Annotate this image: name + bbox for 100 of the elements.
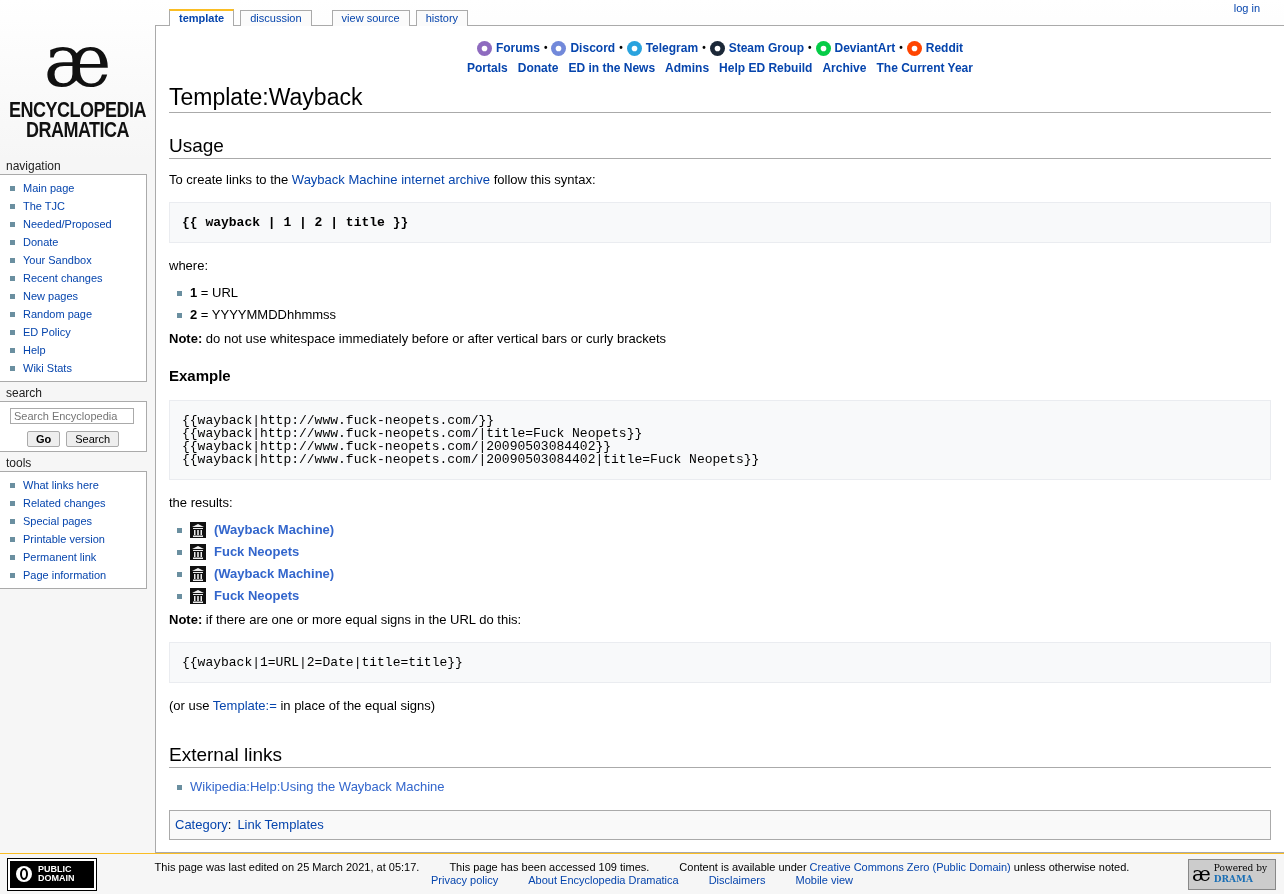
sidebar-link[interactable]: New pages — [10, 287, 146, 305]
bullet-icon — [10, 221, 15, 227]
go-button[interactable]: Go — [26, 431, 61, 447]
category-item-link[interactable]: Link Templates — [237, 817, 324, 832]
paragraph: To create links to the Wayback Machine internet archive follow this syntax: — [169, 171, 597, 189]
paragraph: where: — [169, 257, 210, 275]
site-link[interactable]: Portals — [467, 58, 508, 78]
museum-icon — [190, 544, 206, 560]
sidebar-link[interactable]: Printable version — [10, 530, 146, 548]
footer-link[interactable]: Mobile view — [795, 874, 853, 887]
page-title: Template:Wayback — [169, 84, 1271, 113]
sidebar-link[interactable]: Wiki Stats — [10, 359, 146, 377]
sidebar-link[interactable]: Donate — [10, 233, 146, 251]
site-logo[interactable]: æ ENCYCLOPEDIA DRAMATICA — [0, 0, 155, 155]
separator-dot: • — [543, 41, 548, 55]
separator-dot: • — [619, 41, 623, 55]
site-link[interactable]: Donate — [517, 58, 559, 78]
code-block: {{wayback|http://www.fuck-neopets.com/}} {{wayback|http://www.fuck-neopets.com/|title=Fuck Neopets}} {{wayback|http://www.fuck-neopets.com/|20090503084402}} {{wayback|http://www.fuck-neopets.com/|20090503084402|title=Fuck Neopets}} — [169, 400, 1271, 480]
note: Note: if there are one or more equal signs in the URL do this: — [169, 611, 523, 629]
bullet-icon — [10, 293, 15, 299]
bullet-icon — [10, 347, 15, 353]
community-link[interactable]: DeviantArt — [834, 38, 896, 58]
bullet-icon — [10, 482, 15, 488]
list-item: 2 = YYYYMMDDhhmmss — [190, 306, 337, 324]
sidebar-link[interactable]: Permanent link — [10, 548, 146, 566]
community-link[interactable]: Steam Group — [728, 38, 804, 58]
bullet-icon — [177, 290, 182, 296]
bullet-icon — [177, 549, 182, 555]
site-link[interactable]: ED in the News — [568, 58, 656, 78]
license-text: Content is available under Creative Commons Zero (Public Domain) unless otherwise noted. — [679, 861, 1130, 874]
museum-icon — [190, 522, 206, 538]
page-tab[interactable]: template — [169, 9, 235, 26]
result-link[interactable]: Fuck Neopets — [214, 586, 300, 606]
page-tab[interactable]: discussion — [240, 10, 312, 26]
site-link[interactable]: The Current Year — [876, 58, 973, 78]
portlet-title: tools — [5, 455, 33, 471]
code-block: {{ wayback | 1 | 2 | title }} — [169, 202, 1271, 243]
separator-dot: • — [702, 41, 706, 55]
sidebar-link[interactable]: Related changes — [10, 494, 146, 512]
license-link[interactable]: Creative Commons Zero (Public Domain) — [809, 861, 1011, 873]
footer-link[interactable]: Privacy policy — [431, 874, 499, 887]
external-link[interactable]: Wikipedia:Help:Using the Wayback Machine — [190, 777, 445, 797]
site-link[interactable]: Admins — [665, 58, 710, 78]
sidebar-link[interactable]: Help — [10, 341, 146, 359]
community-link[interactable]: Telegram — [645, 38, 699, 58]
wayback-link[interactable]: Wayback Machine internet archive — [291, 172, 491, 187]
section-heading: Usage — [169, 135, 1271, 159]
bullet-icon — [10, 365, 15, 371]
public-domain-badge[interactable]: PUBLIC DOMAIN — [8, 858, 96, 890]
page-tab[interactable]: history — [415, 10, 469, 26]
result-link[interactable]: Fuck Neopets — [214, 542, 300, 562]
footer-link[interactable]: About Encyclopedia Dramatica — [528, 874, 679, 887]
sidebar-link[interactable]: Your Sandbox — [10, 251, 146, 269]
sidebar-link[interactable]: What links here — [10, 476, 146, 494]
bullet-icon — [10, 203, 15, 209]
community-link[interactable]: Reddit — [925, 38, 964, 58]
sidebar-link[interactable]: The TJC — [10, 197, 146, 215]
login-link[interactable]: log in — [1233, 2, 1260, 14]
footer-link[interactable]: Disclaimers — [708, 874, 766, 887]
portlet-title: navigation — [5, 158, 62, 174]
sidebar-link[interactable]: Random page — [10, 305, 146, 323]
paragraph: the results: — [169, 494, 234, 512]
note: Note: do not use whitespace immediately before or after vertical bars or curly brackets — [169, 330, 668, 348]
bullet-icon — [10, 275, 15, 281]
community-link[interactable]: Discord — [570, 38, 616, 58]
bullet-icon — [10, 518, 15, 524]
separator-dot: • — [808, 41, 812, 55]
bullet-icon — [10, 311, 15, 317]
result-link[interactable]: (Wayback Machine) — [214, 520, 335, 540]
result-link[interactable]: (Wayback Machine) — [214, 564, 335, 584]
community-link[interactable]: Forums — [495, 38, 540, 58]
sidebar-link[interactable]: ED Policy — [10, 323, 146, 341]
sidebar-link[interactable]: Page information — [10, 566, 146, 584]
site-link[interactable]: Archive — [822, 58, 867, 78]
search-button[interactable]: Search — [66, 431, 120, 447]
page-tab[interactable]: view source — [331, 10, 410, 26]
section-heading: External links — [169, 744, 1271, 768]
bullet-icon — [10, 257, 15, 263]
sidebar-link[interactable]: Main page — [10, 179, 146, 197]
bullet-icon — [177, 527, 182, 533]
footer-info: This page has been accessed 109 times. — [449, 861, 650, 874]
bullet-icon — [10, 329, 15, 335]
sidebar-link[interactable]: Needed/Proposed — [10, 215, 146, 233]
separator-dot: • — [899, 41, 903, 55]
museum-icon — [190, 566, 206, 582]
bullet-icon — [10, 239, 15, 245]
portlet-title: search — [5, 385, 44, 401]
sidebar-link[interactable]: Special pages — [10, 512, 146, 530]
footer-info: This page was last edited on 25 March 2021, at 05:17. — [154, 861, 420, 874]
bullet-icon — [10, 572, 15, 578]
category-label-link[interactable]: Category — [175, 817, 228, 832]
template-link[interactable]: Template:= — [212, 698, 277, 713]
bullet-icon — [177, 593, 182, 599]
search-field[interactable]: Search Encyclopedia — [10, 408, 134, 424]
bullet-icon — [10, 554, 15, 560]
site-link[interactable]: Help ED Rebuild — [719, 58, 813, 78]
bullet-icon — [10, 185, 15, 191]
sidebar-link[interactable]: Recent changes — [10, 269, 146, 287]
bullet-icon — [177, 784, 182, 790]
museum-icon — [190, 588, 206, 604]
